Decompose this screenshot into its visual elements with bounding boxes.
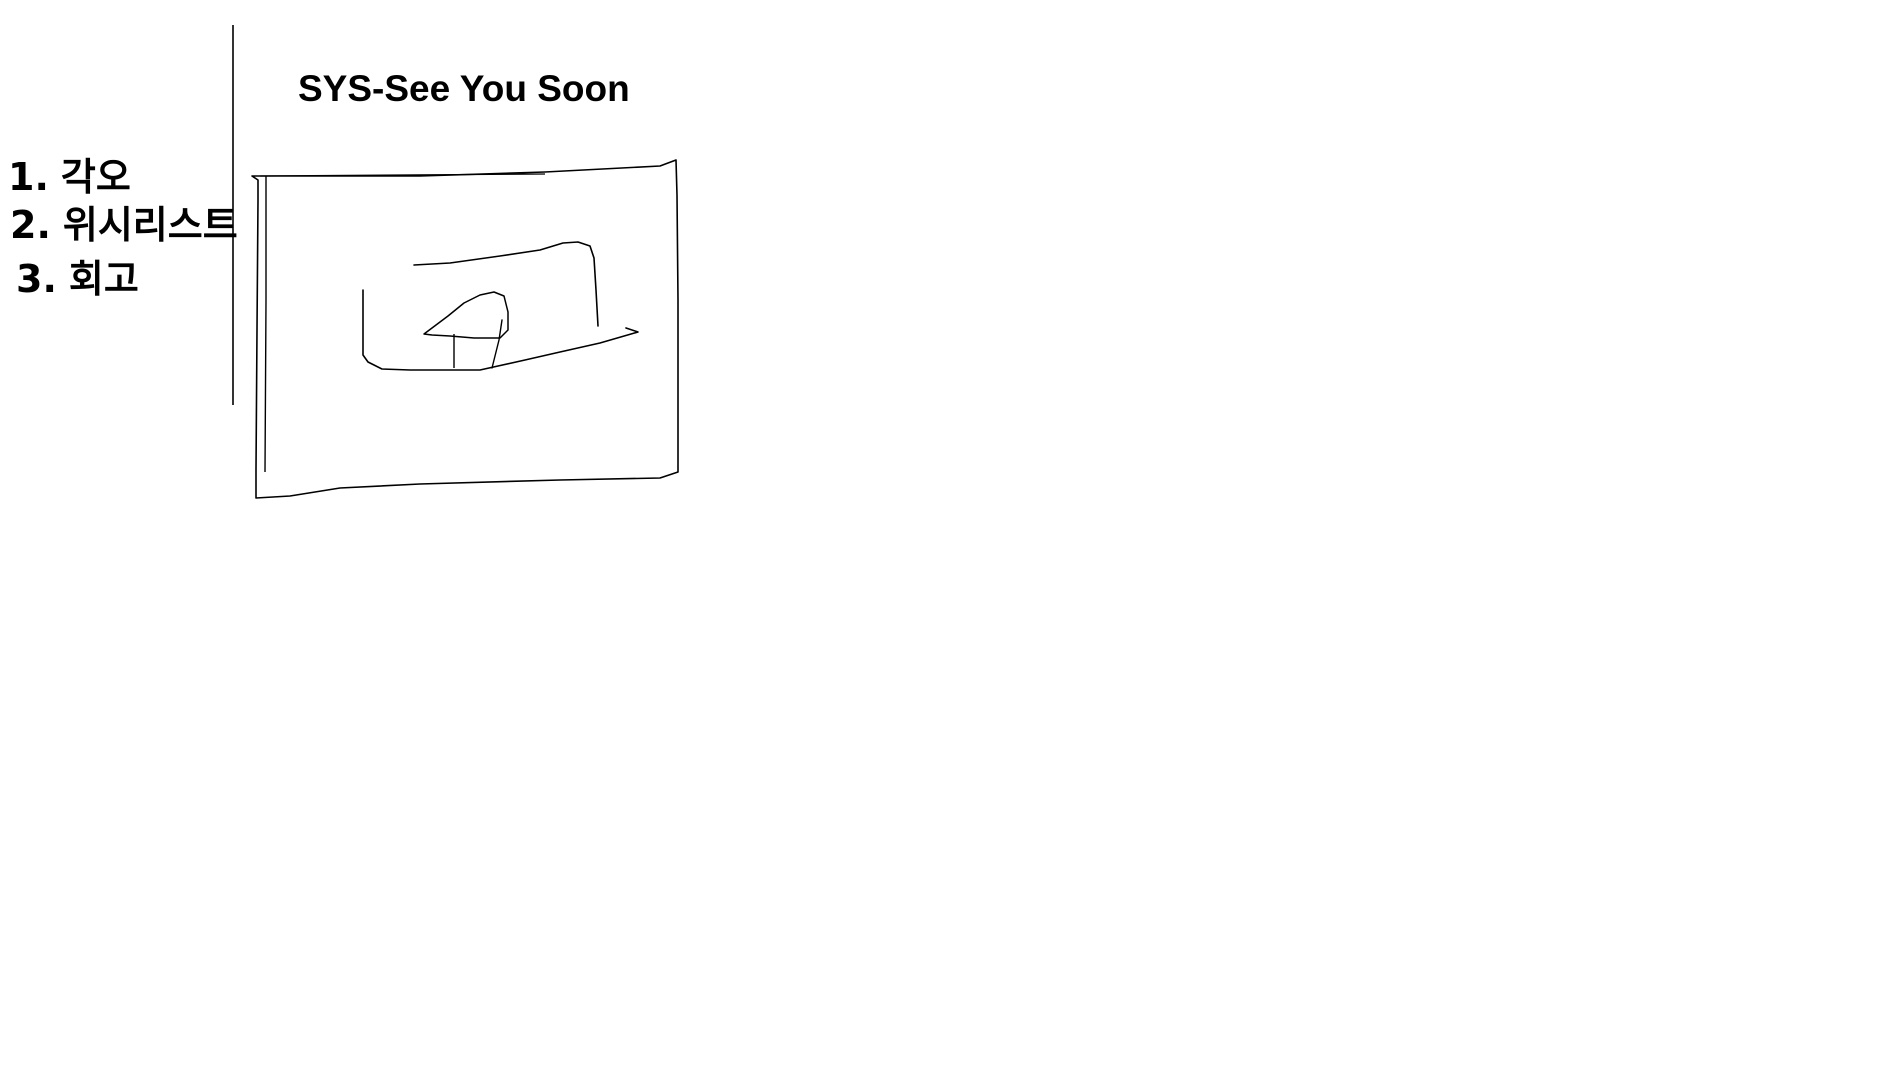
menu-item-number: 2. — [10, 203, 51, 247]
menu-item-wishlist[interactable]: 2. 위시리스트 — [10, 206, 238, 244]
inner-sketch-stem-right — [491, 319, 503, 369]
inner-sketch-detail — [423, 291, 509, 339]
menu-item-retrospective[interactable]: 3. 회고 — [16, 260, 139, 298]
sketch-drawing — [232, 25, 679, 499]
menu-item-number: 1. — [8, 155, 49, 199]
menu-item-label: 회고 — [68, 257, 139, 301]
menu-item-label: 위시리스트 — [62, 203, 238, 247]
menu-item-number: 3. — [16, 257, 57, 301]
inner-sketch-outline — [413, 241, 599, 327]
sketch-canvas: SYS-See You Soon 1. 각오 2. 위시리스트 3. 회고 — [0, 0, 1904, 1080]
frame-inner-left — [264, 176, 267, 473]
menu-item-resolution[interactable]: 1. 각오 — [8, 158, 131, 196]
content-frame — [251, 159, 679, 499]
menu-item-label: 각오 — [60, 155, 131, 199]
page-title: SYS-See You Soon — [298, 68, 630, 109]
